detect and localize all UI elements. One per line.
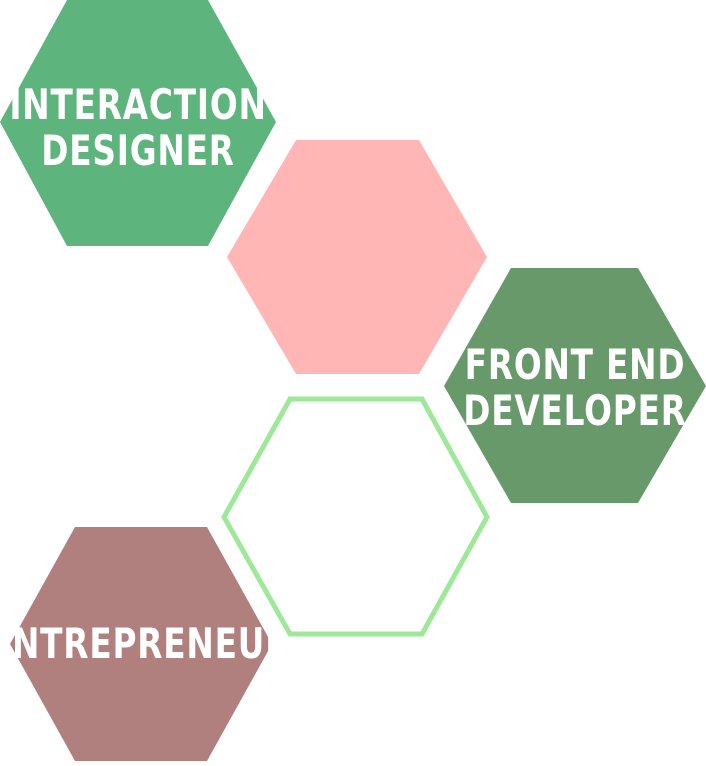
hexagon-entrepreneur [10,527,272,761]
hexagon-svg [0,0,706,761]
hexagon-diagram: INTERACTION DESIGNER FRONT END DEVELOPER… [0,0,706,761]
hexagon-center-pink [227,140,487,374]
hexagon-interaction-designer [0,0,276,246]
hexagon-outline-green [221,396,490,637]
hexagon-front-end-developer [444,268,706,503]
